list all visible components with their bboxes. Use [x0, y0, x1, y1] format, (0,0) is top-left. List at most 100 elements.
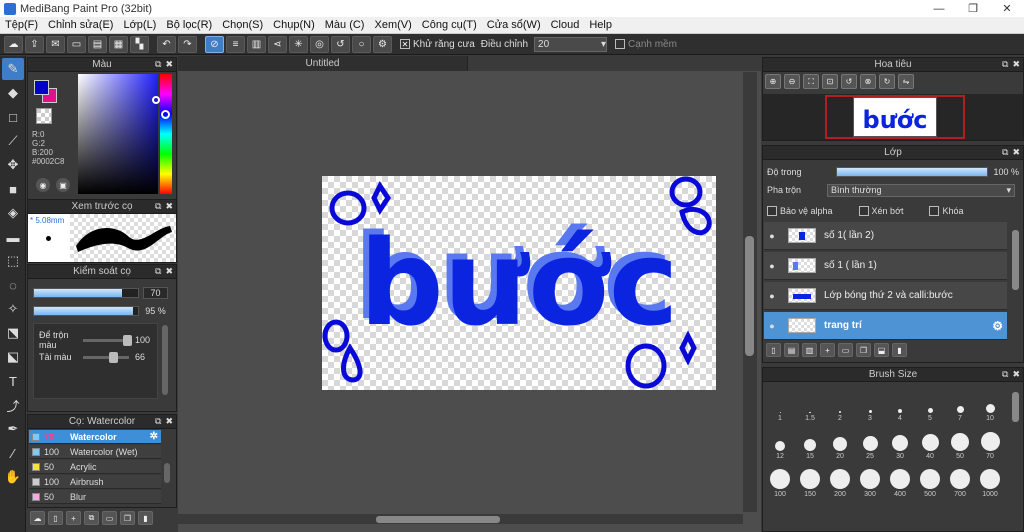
brush-size-option[interactable]: 20 — [825, 424, 855, 460]
fit-view-icon[interactable]: ⛶ — [803, 74, 819, 89]
menu-tools[interactable]: Công cụ(T) — [417, 19, 482, 31]
color-wheel-icon[interactable]: ◉ — [36, 178, 50, 192]
canvas-vertical-scrollbar[interactable] — [745, 236, 754, 356]
undock-icon[interactable]: ⧉ — [155, 59, 161, 70]
brush-size-option[interactable]: 150 — [795, 462, 825, 498]
layer-row[interactable]: ● số 1( lần 2) — [764, 222, 1007, 250]
visibility-icon[interactable]: ● — [764, 261, 780, 271]
close-button[interactable]: ✕ — [990, 0, 1024, 17]
brush-control-scrollbar[interactable] — [162, 325, 168, 395]
snap-off-icon[interactable]: ⊘ — [205, 35, 224, 53]
layer-scrollbar[interactable] — [1009, 226, 1021, 338]
lock-checkbox[interactable] — [929, 206, 940, 216]
move-tool-icon[interactable]: ✥ — [2, 154, 24, 176]
transparent-color-swatch[interactable] — [36, 108, 52, 124]
brush-size-option[interactable]: 700 — [945, 462, 975, 498]
paint-load-knob[interactable] — [109, 351, 119, 363]
layer-row[interactable]: ● số 1 ( lần 1) — [764, 252, 1007, 280]
actual-size-icon[interactable]: ⊡ — [822, 74, 838, 89]
layer-folder-icon[interactable]: ▭ — [838, 343, 853, 357]
brush-size-option[interactable]: 4 — [885, 386, 915, 422]
close-icon[interactable]: ✖ — [1012, 369, 1020, 380]
share-icon[interactable]: ⇪ — [25, 35, 44, 53]
maximize-button[interactable]: ❐ — [956, 0, 990, 17]
visibility-icon[interactable]: ● — [764, 231, 780, 241]
zoom-out-icon[interactable]: ⊖ — [784, 74, 800, 89]
rotate-right-icon[interactable]: ↻ — [879, 74, 895, 89]
brush-size-option[interactable]: 2 — [825, 386, 855, 422]
brush-size-option[interactable]: 50 — [945, 424, 975, 460]
brush-item[interactable]: 50 Acrylic — [29, 460, 161, 474]
brush-size-option[interactable]: 70 — [975, 424, 1005, 460]
text-tool-icon[interactable]: T — [2, 370, 24, 392]
snap-settings-icon[interactable]: ⚙ — [373, 35, 392, 53]
eyedropper-tool-icon[interactable]: ✒ — [2, 418, 24, 440]
visibility-icon[interactable]: ● — [764, 321, 780, 331]
soft-edge-toggle[interactable]: Cạnh mềm — [615, 39, 677, 50]
antialias-checkbox[interactable]: ✕ — [400, 39, 410, 49]
soft-edge-checkbox[interactable] — [615, 39, 626, 49]
copy-brush-icon[interactable]: ⧉ — [84, 511, 99, 525]
reset-rotation-icon[interactable]: ⊗ — [860, 74, 876, 89]
picker-cursor[interactable] — [152, 96, 160, 104]
select-eraser-tool-icon[interactable]: ⬕ — [2, 346, 24, 368]
brush-size-option[interactable]: 15 — [795, 424, 825, 460]
brush-item[interactable]: 100 Airbrush — [29, 475, 161, 489]
cloud-icon[interactable]: ☁ — [4, 35, 23, 53]
adjust-select[interactable]: 20 ▾ — [534, 36, 608, 52]
brush-size-option[interactable]: 400 — [885, 462, 915, 498]
duplicate-icon[interactable]: ❐ — [120, 511, 135, 525]
brush-size-option[interactable]: 100 — [765, 462, 795, 498]
menu-select[interactable]: Chọn(S) — [217, 19, 268, 31]
menu-capture[interactable]: Chụp(N) — [268, 19, 320, 31]
brush-size-scroll-thumb[interactable] — [1012, 392, 1019, 422]
brush-size-option[interactable]: 300 — [855, 462, 885, 498]
undock-icon[interactable]: ⧉ — [1002, 369, 1008, 380]
antialias-toggle[interactable]: ✕ Khử răng cưa — [400, 39, 475, 50]
brush-size-option[interactable]: 1000 — [975, 462, 1005, 498]
add-layer-menu-icon[interactable]: + — [820, 343, 835, 357]
undock-icon[interactable]: ⧉ — [155, 266, 161, 277]
menu-file[interactable]: Tệp(F) — [0, 19, 43, 31]
undock-icon[interactable]: ⧉ — [155, 201, 161, 212]
undo-icon[interactable]: ↶ — [157, 35, 176, 53]
brush-item[interactable]: 100 Watercolor (Wet) — [29, 445, 161, 459]
brush-list-scrollbar[interactable] — [164, 463, 170, 483]
hand-tool-icon[interactable]: ✋ — [2, 466, 24, 488]
menu-cloud[interactable]: Cloud — [546, 19, 585, 31]
select-tool-icon[interactable]: ⬚ — [2, 250, 24, 272]
brush-size-option[interactable]: 1 — [765, 386, 795, 422]
duplicate-layer-icon[interactable]: ❐ — [856, 343, 871, 357]
dot-tool-icon[interactable]: □ — [2, 106, 24, 128]
brush-size-option[interactable]: 30 — [885, 424, 915, 460]
shape-tool-icon[interactable]: ■ — [2, 178, 24, 200]
radial-snap-icon[interactable]: ✳ — [289, 35, 308, 53]
palette-icon[interactable]: ▣ — [56, 178, 70, 192]
operation-tool-icon[interactable]: ⤴ — [2, 394, 24, 416]
line-tool-icon[interactable]: ⟋ — [2, 130, 24, 152]
protect-alpha-toggle[interactable]: Bảo vệ alpha — [767, 206, 833, 216]
new-layer-icon[interactable]: ▯ — [766, 343, 781, 357]
parallel-snap-icon[interactable]: ≡ — [226, 35, 245, 53]
brush-size-option[interactable]: 1.5 — [795, 386, 825, 422]
brush-size-option[interactable]: 500 — [915, 462, 945, 498]
gradient-tool-icon[interactable]: ▬ — [2, 226, 24, 248]
layer-opacity-slider[interactable] — [835, 167, 988, 177]
delete-brush-icon[interactable]: ▮ — [138, 511, 153, 525]
navigator-view[interactable]: 1 bước 1 — [763, 94, 1023, 140]
lasso-tool-icon[interactable]: ◌ — [2, 274, 24, 296]
message-icon[interactable]: ▭ — [67, 35, 86, 53]
layer-scroll-thumb[interactable] — [1012, 230, 1019, 290]
brush-cloud-icon[interactable]: ☁ — [30, 511, 45, 525]
grid-snap-icon[interactable]: ▥ — [247, 35, 266, 53]
brush-opacity-slider[interactable] — [33, 306, 139, 316]
undock-icon[interactable]: ⧉ — [1002, 59, 1008, 70]
brush-size-slider[interactable] — [33, 288, 139, 298]
brush-item[interactable]: 50 Blur — [29, 490, 161, 504]
select-pen-tool-icon[interactable]: ⬔ — [2, 322, 24, 344]
redo-icon[interactable]: ↷ — [178, 35, 197, 53]
pen-tool-icon[interactable]: ⁄ — [2, 442, 24, 464]
menu-help[interactable]: Help — [584, 19, 617, 31]
delete-layer-icon[interactable]: ▮ — [892, 343, 907, 357]
merge-layer-icon[interactable]: ⬓ — [874, 343, 889, 357]
